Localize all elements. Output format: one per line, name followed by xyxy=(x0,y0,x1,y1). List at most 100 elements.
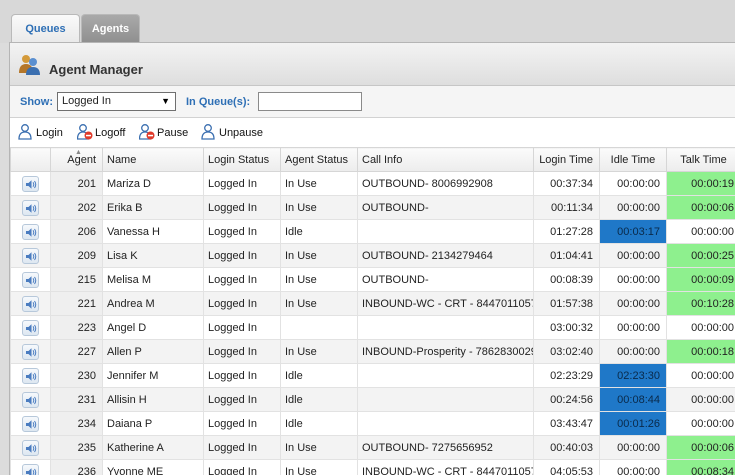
column-header-call-info[interactable]: Call Info xyxy=(357,147,534,172)
cell-talk-time: 00:00:00 xyxy=(666,363,735,388)
agent-group-icon xyxy=(19,55,40,75)
cell-agent-status: Idle xyxy=(280,387,358,412)
filter-bar: Show: Logged In ▼ In Queue(s): xyxy=(10,86,735,118)
column-header-agent[interactable]: ▲ Agent xyxy=(50,147,103,172)
column-header-name[interactable]: Name xyxy=(102,147,204,172)
user-pause-icon xyxy=(139,124,155,140)
cell-call-info xyxy=(357,219,534,244)
login-button[interactable]: Login xyxy=(18,124,63,142)
cell-talk-time: 00:08:34 xyxy=(666,459,735,475)
panel-titlebar: Agent Manager xyxy=(10,43,735,86)
table-row[interactable]: 223 Angel D Logged In 03:00:32 00:00:00 00:00… xyxy=(10,315,735,340)
listen-cell xyxy=(10,315,51,340)
cell-idle-time: 00:00:00 xyxy=(599,339,667,364)
column-header-login-time[interactable]: Login Time xyxy=(533,147,600,172)
cell-login-status: Logged In xyxy=(203,219,281,244)
cell-call-info: INBOUND-WC - CRT - 8447011057 xyxy=(357,459,534,475)
listen-cell xyxy=(10,267,51,292)
cell-agent-status: In Use xyxy=(280,459,358,475)
logoff-button[interactable]: Logoff xyxy=(77,124,125,142)
cell-idle-time: 00:00:00 xyxy=(599,459,667,475)
speaker-icon[interactable] xyxy=(22,223,39,240)
cell-idle-time: 00:03:17 xyxy=(599,219,667,244)
speaker-icon[interactable] xyxy=(22,463,39,475)
cell-agent: 209 xyxy=(50,243,103,268)
speaker-icon[interactable] xyxy=(22,295,39,312)
table-row[interactable]: 221 Andrea M Logged In In Use INBOUND-WC - C… xyxy=(10,291,735,316)
cell-agent-status: In Use xyxy=(280,291,358,316)
pause-button[interactable]: Pause xyxy=(139,124,188,142)
cell-agent: 206 xyxy=(50,219,103,244)
cell-login-time: 00:37:34 xyxy=(533,171,600,196)
table-row[interactable]: 230 Jennifer M Logged In Idle 02:23:29 02:23:… xyxy=(10,363,735,388)
table-row[interactable]: 201 Mariza D Logged In In Use OUTBOUND- 8006… xyxy=(10,171,735,196)
cell-talk-time: 00:00:09 xyxy=(666,267,735,292)
table-row[interactable]: 206 Vanessa H Logged In Idle 01:27:28 00:03:1… xyxy=(10,219,735,244)
cell-call-info xyxy=(357,387,534,412)
cell-idle-time: 00:08:44 xyxy=(599,387,667,412)
in-queue-input[interactable] xyxy=(258,92,362,111)
column-header-login-status[interactable]: Login Status xyxy=(203,147,281,172)
cell-login-time: 00:11:34 xyxy=(533,195,600,220)
table-row[interactable]: 235 Katherine A Logged In In Use OUTBOUND- 7… xyxy=(10,435,735,460)
speaker-icon[interactable] xyxy=(22,415,39,432)
speaker-icon[interactable] xyxy=(22,439,39,456)
cell-login-time: 03:02:40 xyxy=(533,339,600,364)
cell-agent: 221 xyxy=(50,291,103,316)
speaker-icon[interactable] xyxy=(22,199,39,216)
cell-login-status: Logged In xyxy=(203,459,281,475)
dropdown-arrow-icon: ▼ xyxy=(161,96,170,106)
tab-agents[interactable]: Agents xyxy=(81,14,140,43)
cell-talk-time: 00:00:25 xyxy=(666,243,735,268)
unpause-button[interactable]: Unpause xyxy=(201,124,263,142)
cell-name: Allen P xyxy=(102,339,204,364)
cell-talk-time: 00:00:06 xyxy=(666,195,735,220)
cell-name: Jennifer M xyxy=(102,363,204,388)
speaker-icon[interactable] xyxy=(22,343,39,360)
table-row[interactable]: 234 Daiana P Logged In Idle 03:43:47 00:01:26… xyxy=(10,411,735,436)
tab-bar: Queues Agents xyxy=(0,0,735,43)
sort-indicator-icon: ▲ xyxy=(75,149,82,156)
listen-cell xyxy=(10,435,51,460)
cell-talk-time: 00:00:00 xyxy=(666,219,735,244)
cell-idle-time: 00:00:00 xyxy=(599,315,667,340)
cell-agent-status: In Use xyxy=(280,243,358,268)
speaker-icon[interactable] xyxy=(22,175,39,192)
speaker-icon[interactable] xyxy=(22,391,39,408)
column-header-idle-time[interactable]: Idle Time xyxy=(599,147,667,172)
table-row[interactable]: 231 Allisin H Logged In Idle 00:24:56 00:08:4… xyxy=(10,387,735,412)
table-row[interactable]: 215 Melisa M Logged In In Use OUTBOUND- 00:08… xyxy=(10,267,735,292)
show-select[interactable]: Logged In ▼ xyxy=(57,92,176,111)
cell-login-time: 02:23:29 xyxy=(533,363,600,388)
column-header-talk-time[interactable]: Talk Time xyxy=(666,147,735,172)
speaker-icon[interactable] xyxy=(22,271,39,288)
column-header-action xyxy=(10,147,51,172)
speaker-icon[interactable] xyxy=(22,319,39,336)
cell-idle-time: 00:00:00 xyxy=(599,195,667,220)
cell-agent-status: Idle xyxy=(280,411,358,436)
cell-login-time: 03:43:47 xyxy=(533,411,600,436)
login-label: Login xyxy=(36,127,63,139)
table-row[interactable]: 227 Allen P Logged In In Use INBOUND-Prosper… xyxy=(10,339,735,364)
table-row[interactable]: 209 Lisa K Logged In In Use OUTBOUND- 213427… xyxy=(10,243,735,268)
listen-cell xyxy=(10,171,51,196)
table-row[interactable]: 202 Erika B Logged In In Use OUTBOUND- 00:11:… xyxy=(10,195,735,220)
tab-queues[interactable]: Queues xyxy=(11,14,80,43)
table-row[interactable]: 236 Yvonne ME Logged In In Use INBOUND-WC - … xyxy=(10,459,735,475)
speaker-icon[interactable] xyxy=(22,247,39,264)
column-header-agent-status[interactable]: Agent Status xyxy=(280,147,358,172)
cell-call-info: OUTBOUND- xyxy=(357,267,534,292)
cell-login-time: 00:08:39 xyxy=(533,267,600,292)
cell-login-time: 01:27:28 xyxy=(533,219,600,244)
cell-login-time: 04:05:53 xyxy=(533,459,600,475)
cell-agent-status: In Use xyxy=(280,195,358,220)
listen-cell xyxy=(10,387,51,412)
cell-name: Melisa M xyxy=(102,267,204,292)
cell-login-status: Logged In xyxy=(203,267,281,292)
speaker-icon[interactable] xyxy=(22,367,39,384)
listen-cell xyxy=(10,243,51,268)
cell-talk-time: 00:00:00 xyxy=(666,387,735,412)
cell-name: Lisa K xyxy=(102,243,204,268)
cell-call-info xyxy=(357,363,534,388)
listen-cell xyxy=(10,219,51,244)
